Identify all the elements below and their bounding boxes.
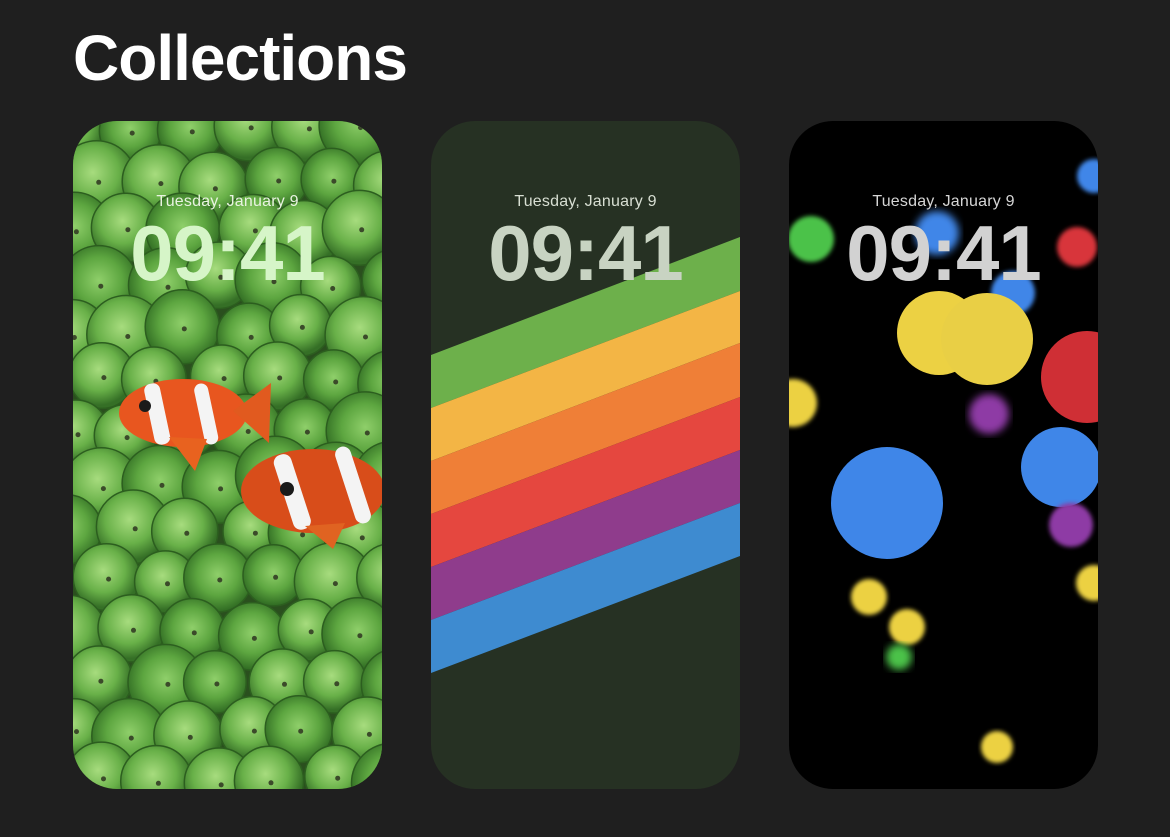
anemone-center [308,629,314,635]
anemone-center [221,376,227,382]
anemone-center [106,576,112,582]
anemone-center [159,482,165,488]
anemone-center [306,126,312,132]
anemone-center [332,581,338,587]
anemone-center [334,681,340,687]
anemone-center [187,734,193,740]
anemone-center [214,681,220,687]
anemone-center [251,635,257,641]
anemone-center [218,782,224,788]
wallpaper-card-rainbow[interactable]: Tuesday, January 9 09:41 [431,121,740,789]
anemone-center [282,681,287,687]
anemone-center [165,681,171,687]
anemone-center [359,535,365,541]
anemone-center [333,379,339,385]
lock-screen-time: 09:41 [846,209,1042,297]
anemone-center [248,334,254,340]
anemone-center [131,627,136,633]
anemone-center [101,375,107,381]
anemone-center [358,125,363,131]
anemone-center [252,530,258,536]
anemone-center [100,486,106,492]
anemone-center [268,780,274,786]
anemone-center [189,129,195,135]
anemone-center [184,530,190,536]
lock-screen-time: 09:41 [488,209,684,297]
collections-page: Collections Tuesday, January 9 09:41 Tue… [0,0,1170,837]
anemone-center [128,735,134,741]
anemone-center [125,334,131,339]
anemone-center [277,375,283,381]
anemone-center [298,728,304,734]
wallpaper-card-color-dots[interactable]: Tuesday, January 9 09:41 [789,121,1098,789]
wallpaper-card-clownfish[interactable]: Tuesday, January 9 09:41 [73,121,382,789]
anemone-center [304,429,310,435]
anemone-center [212,186,218,192]
anemone-center [335,775,341,781]
anemone-center [181,326,187,332]
anemone-center [165,581,170,587]
anemone-center [98,678,104,684]
anemone-center [218,486,224,492]
page-title: Collections [73,22,408,94]
anemone-center [75,432,81,438]
anemone-center [155,780,161,786]
lock-screen-time: 09:41 [130,209,326,297]
anemone-center [276,178,282,184]
anemone-center [245,429,251,434]
anemone-center [331,178,337,184]
anemone-center [101,776,106,782]
anemone-center [299,324,305,330]
anemone-center [300,532,306,538]
anemone-center [129,130,135,136]
anemone-center [366,731,372,737]
anemone-center [363,334,368,340]
anemone-center [248,125,254,131]
anemone-center [217,577,223,583]
anemone-center [273,574,279,580]
anemone-center [191,630,197,636]
anemone-center [251,728,257,734]
anemone-center [364,430,370,436]
anemone-center [158,181,164,187]
anemone-center [124,435,130,441]
anemone-center [96,179,102,185]
anemone-center [132,526,138,532]
anemone-center [74,729,79,735]
anemone-center [357,633,363,639]
